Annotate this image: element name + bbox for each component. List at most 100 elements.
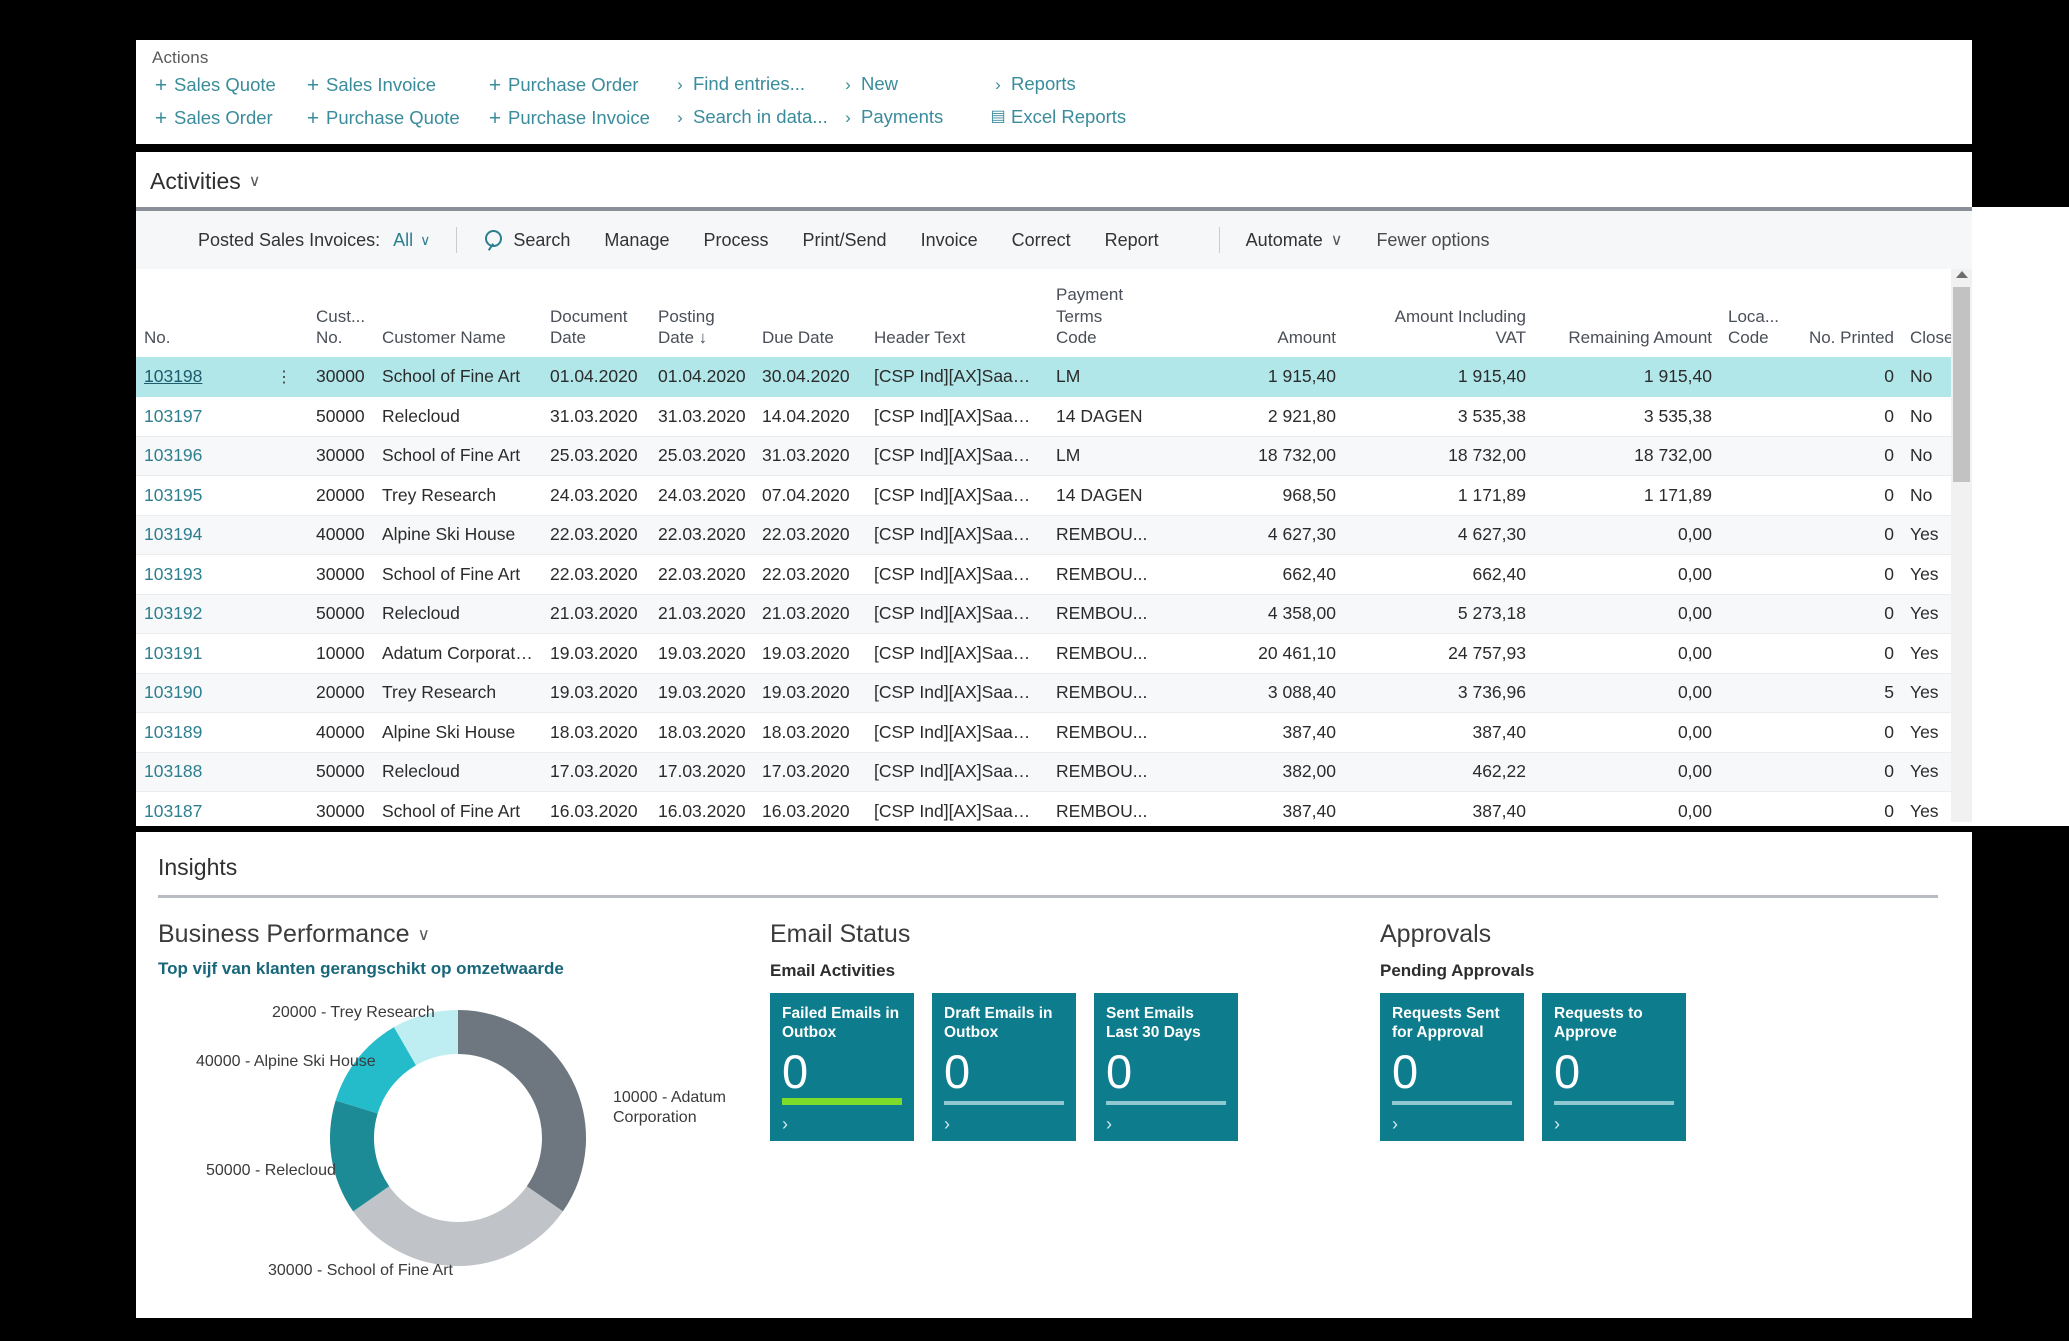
- action-search-in-data[interactable]: › Search in data...: [669, 107, 837, 127]
- action-find-entries[interactable]: › Find entries...: [669, 73, 837, 94]
- tile-requests-to-approve[interactable]: Requests to Approve 0 ›: [1542, 993, 1686, 1141]
- action-sales-invoice[interactable]: + Sales Invoice: [302, 75, 484, 96]
- invoice-no-link[interactable]: 103197: [144, 406, 202, 426]
- invoice-no-link[interactable]: 103191: [144, 643, 202, 663]
- tile-failed-emails-in-outbox[interactable]: Failed Emails in Outbox 0 ›: [770, 993, 914, 1141]
- col-header-location-code[interactable]: Loca... Code: [1720, 269, 1792, 357]
- col-header-due-date[interactable]: Due Date: [754, 269, 866, 357]
- table-row[interactable]: 103191 10000 Adatum Corporation 19.03.2020 1…: [136, 633, 1972, 674]
- chevron-down-icon[interactable]: ∨: [418, 925, 430, 945]
- cell-no[interactable]: 103192: [136, 594, 268, 634]
- col-header-payment-terms-code[interactable]: Payment Terms Code: [1048, 269, 1176, 357]
- invoice-no-link[interactable]: 103188: [144, 761, 202, 781]
- scroll-up-icon[interactable]: [1955, 271, 1968, 278]
- chevron-right-icon[interactable]: ›: [782, 1115, 788, 1133]
- cell-no[interactable]: 103194: [136, 515, 268, 555]
- col-header-no[interactable]: No.: [136, 269, 268, 357]
- chevron-right-icon[interactable]: ›: [1554, 1115, 1560, 1133]
- cell-header-text: [CSP Ind][AX]SaaS 2020...: [866, 791, 1048, 822]
- cell-no[interactable]: 103190: [136, 673, 268, 713]
- donut-slice-school-of-fine-art[interactable]: [353, 1186, 563, 1267]
- tile-draft-emails-in-outbox[interactable]: Draft Emails in Outbox 0 ›: [932, 993, 1076, 1141]
- donut-slice-adatum[interactable]: [458, 1010, 587, 1212]
- tab-manage[interactable]: Manage: [604, 230, 669, 251]
- invoice-no-link[interactable]: 103187: [144, 801, 202, 821]
- tab-print-send[interactable]: Print/Send: [803, 230, 887, 251]
- chevron-down-icon[interactable]: ∨: [249, 171, 261, 191]
- invoice-no-link[interactable]: 103194: [144, 524, 202, 544]
- action-excel-reports[interactable]: ▤ Excel Reports: [987, 107, 1137, 127]
- invoice-no-link[interactable]: 103190: [144, 682, 202, 702]
- action-sales-order[interactable]: + Sales Order: [150, 108, 302, 129]
- table-row[interactable]: 103198 ⋮ 30000 School of Fine Art 01.04.2020…: [136, 357, 1972, 397]
- action-label: Find entries...: [693, 73, 806, 94]
- cell-no[interactable]: 103195: [136, 475, 268, 516]
- col-header-customer-name[interactable]: Customer Name: [374, 269, 542, 357]
- cell-no[interactable]: 103198: [136, 357, 268, 397]
- cell-no-printed: 5: [1792, 673, 1902, 713]
- chevron-right-icon[interactable]: ›: [1392, 1115, 1398, 1133]
- col-header-no-printed[interactable]: No. Printed: [1792, 269, 1902, 357]
- cell-no[interactable]: 103196: [136, 436, 268, 476]
- invoice-no-link[interactable]: 103195: [144, 485, 202, 505]
- row-menu-icon[interactable]: ⋮: [276, 369, 292, 386]
- table-row[interactable]: 103197 50000 Relecloud 31.03.2020 31.03.2020…: [136, 396, 1972, 437]
- tile-requests-sent-for-approval[interactable]: Requests Sent for Approval 0 ›: [1380, 993, 1524, 1141]
- invoice-no-link[interactable]: 103192: [144, 603, 202, 623]
- table-row[interactable]: 103187 30000 School of Fine Art 16.03.2020 1…: [136, 791, 1972, 822]
- col-header-posting-date[interactable]: Posting Date ↓: [650, 269, 754, 357]
- cell-amount-incl-vat: 18 732,00: [1344, 436, 1534, 476]
- cell-no[interactable]: 103189: [136, 712, 268, 753]
- action-purchase-order[interactable]: + Purchase Order: [484, 75, 669, 96]
- tab-invoice[interactable]: Invoice: [921, 230, 978, 251]
- row-menu-icon[interactable]: ⋮: [268, 357, 308, 397]
- col-header-cust-no[interactable]: Cust... No.: [308, 269, 374, 357]
- fewer-options-button[interactable]: Fewer options: [1376, 230, 1489, 251]
- business-performance-header[interactable]: Business Performance ∨: [158, 920, 770, 949]
- chevron-right-icon[interactable]: ›: [944, 1115, 950, 1133]
- cell-no[interactable]: 103193: [136, 554, 268, 595]
- automate-dropdown[interactable]: Automate ∨: [1246, 230, 1343, 251]
- activities-section-header[interactable]: Activities ∨: [136, 152, 1972, 210]
- invoice-no-link[interactable]: 103189: [144, 722, 202, 742]
- action-purchase-invoice[interactable]: + Purchase Invoice: [484, 108, 669, 129]
- cell-amount-incl-vat: 3 535,38: [1344, 396, 1534, 437]
- view-filter-dropdown[interactable]: All ∨: [393, 230, 430, 251]
- cell-no[interactable]: 103191: [136, 633, 268, 674]
- action-payments[interactable]: › Payments: [837, 107, 987, 127]
- col-header-amount[interactable]: Amount: [1176, 269, 1344, 357]
- invoice-no-link[interactable]: 103196: [144, 445, 202, 465]
- grid-vertical-scrollbar[interactable]: [1951, 269, 1972, 822]
- table-row[interactable]: 103189 40000 Alpine Ski House 18.03.2020 18.…: [136, 712, 1972, 753]
- tile-sent-emails-last-30-days[interactable]: Sent Emails Last 30 Days 0 ›: [1094, 993, 1238, 1141]
- table-row[interactable]: 103193 30000 School of Fine Art 22.03.2020 2…: [136, 554, 1972, 595]
- action-new[interactable]: › New: [837, 74, 987, 94]
- table-row[interactable]: 103196 30000 School of Fine Art 25.03.2020 2…: [136, 436, 1972, 476]
- col-header-amount-including-vat[interactable]: Amount Including VAT: [1344, 269, 1534, 357]
- cell-posting-date: 17.03.2020: [650, 752, 754, 792]
- tab-report[interactable]: Report: [1105, 230, 1159, 251]
- invoice-no-link[interactable]: 103193: [144, 564, 202, 584]
- invoice-no-link[interactable]: 103198: [144, 366, 202, 386]
- col-header-header-text[interactable]: Header Text: [866, 269, 1048, 357]
- cell-no[interactable]: 103197: [136, 396, 268, 437]
- scrollbar-thumb[interactable]: [1953, 287, 1970, 482]
- tab-process[interactable]: Process: [703, 230, 768, 251]
- cell-posting-date: 25.03.2020: [650, 436, 754, 476]
- table-row[interactable]: 103190 20000 Trey Research 19.03.2020 19.03.…: [136, 673, 1972, 713]
- tile-label: Draft Emails in Outbox: [944, 1005, 1053, 1042]
- table-row[interactable]: 103194 40000 Alpine Ski House 22.03.2020 22.…: [136, 515, 1972, 555]
- cell-no[interactable]: 103188: [136, 752, 268, 792]
- search-button[interactable]: Search: [483, 229, 570, 251]
- action-sales-quote[interactable]: + Sales Quote: [150, 75, 302, 96]
- cell-no[interactable]: 103187: [136, 791, 268, 822]
- table-row[interactable]: 103188 50000 Relecloud 17.03.2020 17.03.2020…: [136, 752, 1972, 792]
- tab-correct[interactable]: Correct: [1012, 230, 1071, 251]
- action-purchase-quote[interactable]: + Purchase Quote: [302, 108, 484, 129]
- table-row[interactable]: 103195 20000 Trey Research 24.03.2020 24.03.…: [136, 475, 1972, 516]
- chevron-right-icon[interactable]: ›: [1106, 1115, 1112, 1133]
- col-header-remaining-amount[interactable]: Remaining Amount: [1534, 269, 1720, 357]
- table-row[interactable]: 103192 50000 Relecloud 21.03.2020 21.03.2020…: [136, 594, 1972, 634]
- col-header-document-date[interactable]: Document Date: [542, 269, 650, 357]
- action-reports[interactable]: › Reports: [987, 74, 1137, 94]
